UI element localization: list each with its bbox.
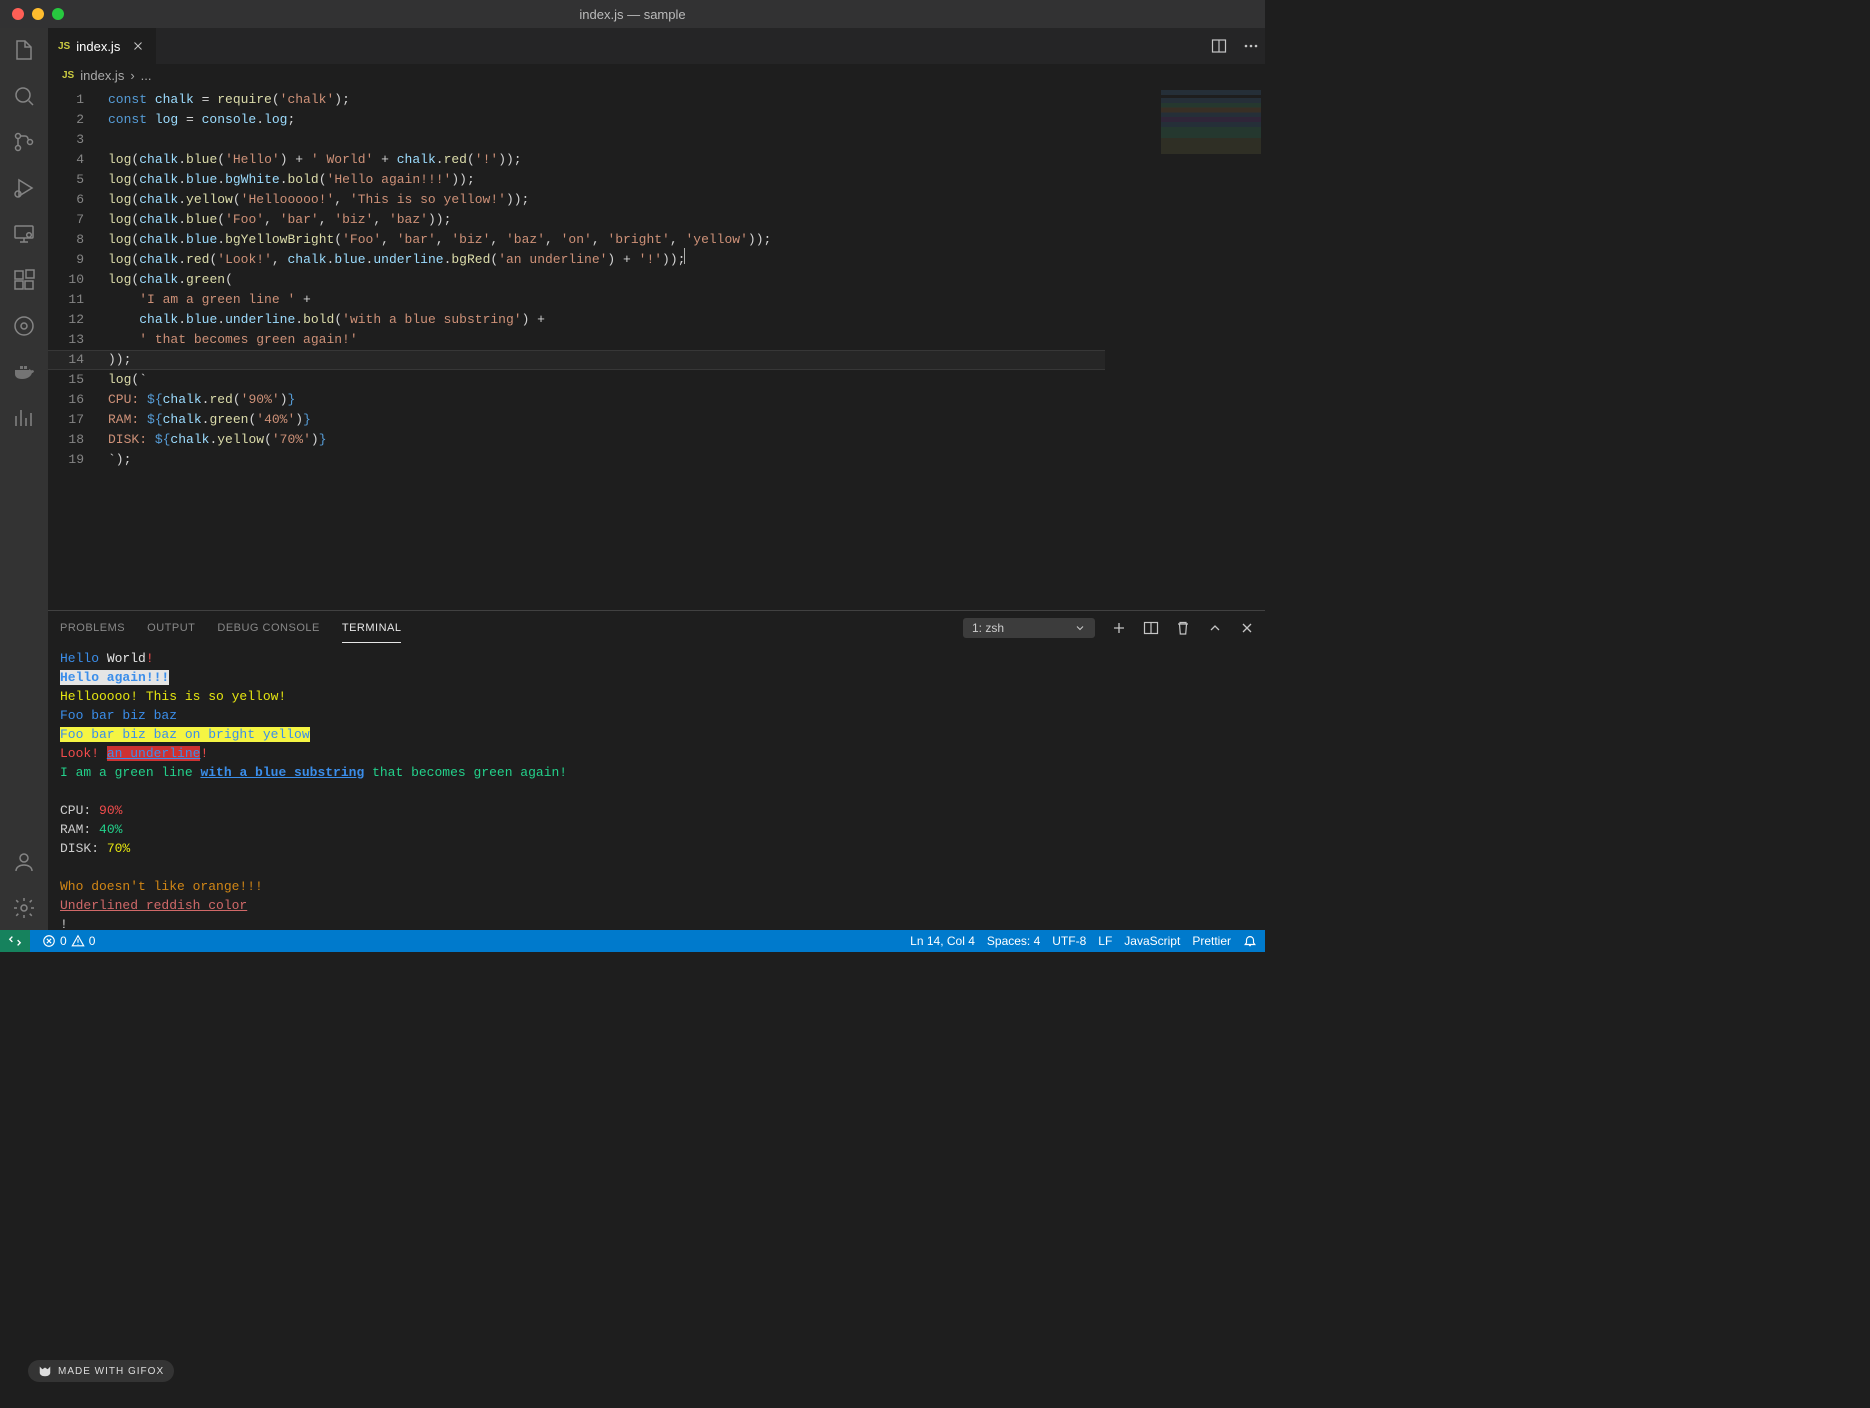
panel-tabs: PROBLEMS OUTPUT DEBUG CONSOLE TERMINAL 1… [48,611,1265,645]
manage-icon[interactable] [10,894,38,922]
notifications-icon[interactable] [1243,934,1257,948]
close-tab-icon[interactable] [130,38,146,54]
terminal-output[interactable]: Hello World!Hello again!!!Hellooooo! Thi… [48,645,1265,930]
window-controls [12,8,64,20]
remote-indicator[interactable] [0,930,30,952]
gifox-watermark: MADE WITH GIFOX [28,1360,174,1382]
docker-icon[interactable] [10,358,38,386]
editor-tabs: JS index.js [48,28,1265,64]
minimap[interactable] [1161,90,1261,170]
extensions-icon[interactable] [10,266,38,294]
code-content: const chalk = require('chalk');const log… [108,90,1261,470]
terminal-selector[interactable]: 1: zsh [963,618,1095,638]
accounts-icon[interactable] [10,848,38,876]
breadcrumb[interactable]: JS index.js › ... [48,64,1265,86]
editor-tab-actions [1211,28,1259,64]
warning-count: 0 [89,934,96,948]
js-file-icon: JS [58,41,70,52]
editor-tab-indexjs[interactable]: JS index.js [48,28,157,64]
panel-tab-debug-console[interactable]: DEBUG CONSOLE [217,614,319,642]
graph-icon[interactable] [10,404,38,432]
breadcrumb-more: ... [141,68,152,83]
split-editor-icon[interactable] [1211,38,1227,54]
panel-actions: 1: zsh [963,611,1255,645]
source-control-icon[interactable] [10,128,38,156]
activity-bar [0,28,48,930]
close-panel-icon[interactable] [1239,620,1255,636]
cursor-position[interactable]: Ln 14, Col 4 [910,934,975,948]
maximize-window-button[interactable] [52,8,64,20]
remote-explorer-icon[interactable] [10,220,38,248]
panel: PROBLEMS OUTPUT DEBUG CONSOLE TERMINAL 1… [48,610,1265,930]
more-actions-icon[interactable] [1243,38,1259,54]
status-bar: 0 0 Ln 14, Col 4 Spaces: 4 UTF-8 LF Java… [0,930,1265,952]
eol-status[interactable]: LF [1098,934,1112,948]
language-mode[interactable]: JavaScript [1124,934,1180,948]
js-file-icon: JS [62,70,74,81]
minimize-window-button[interactable] [32,8,44,20]
indentation-status[interactable]: Spaces: 4 [987,934,1040,948]
tab-filename: index.js [76,39,120,54]
breadcrumb-filename: index.js [80,68,124,83]
new-terminal-icon[interactable] [1111,620,1127,636]
split-terminal-icon[interactable] [1143,620,1159,636]
search-icon[interactable] [10,82,38,110]
error-count: 0 [60,934,67,948]
gitlens-icon[interactable] [10,312,38,340]
editor-group: JS index.js JS index.js › ... 1234567891… [48,28,1265,930]
close-window-button[interactable] [12,8,24,20]
kill-terminal-icon[interactable] [1175,620,1191,636]
run-and-debug-icon[interactable] [10,174,38,202]
panel-tab-terminal[interactable]: TERMINAL [342,614,402,643]
problems-status[interactable]: 0 0 [42,934,95,948]
breadcrumb-separator: › [130,68,134,83]
titlebar: index.js — sample [0,0,1265,28]
explorer-icon[interactable] [10,36,38,64]
window-title: index.js — sample [579,7,685,22]
terminal-selector-label: 1: zsh [972,621,1004,635]
line-number-gutter: 12345678910111213141516171819 [48,86,98,470]
prettier-status[interactable]: Prettier [1192,934,1231,948]
panel-tab-output[interactable]: OUTPUT [147,614,195,642]
encoding-status[interactable]: UTF-8 [1052,934,1086,948]
text-cursor [684,248,685,264]
maximize-panel-icon[interactable] [1207,620,1223,636]
watermark-text: MADE WITH GIFOX [58,1366,164,1377]
code-editor[interactable]: 12345678910111213141516171819 const chal… [48,86,1265,610]
panel-tab-problems[interactable]: PROBLEMS [60,614,125,642]
